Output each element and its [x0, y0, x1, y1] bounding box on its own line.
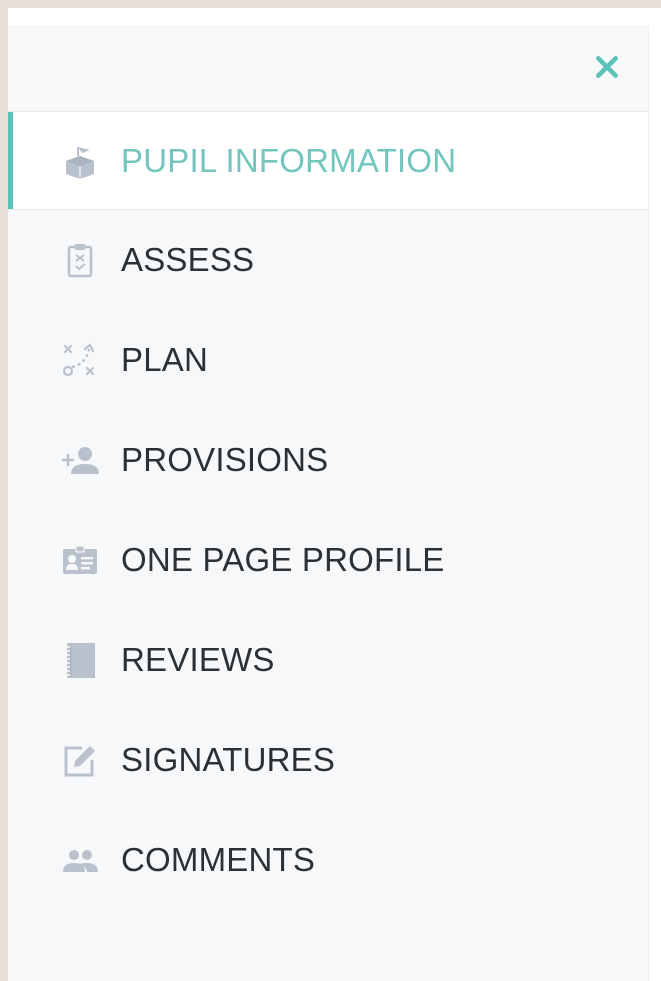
sidebar-item-assess[interactable]: ASSESS: [8, 210, 648, 310]
add-person-icon: [58, 438, 102, 482]
sidebar-item-reviews[interactable]: REVIEWS: [8, 610, 648, 710]
sidebar-item-one-page-profile[interactable]: ONE PAGE PROFILE: [8, 510, 648, 610]
sidebar-item-label: SIGNATURES: [121, 741, 336, 778]
sidebar-item-label: REVIEWS: [121, 641, 275, 678]
people-icon: [58, 838, 102, 882]
top-strip: [8, 8, 661, 25]
sidebar-nav: PUPIL INFORMATION ASSESS PLAN PROVISIONS…: [8, 112, 648, 910]
sidebar-item-label: ONE PAGE PROFILE: [121, 541, 445, 578]
sidebar-item-label: PROVISIONS: [121, 441, 329, 478]
box-icon: [58, 139, 102, 183]
sidebar-item-comments[interactable]: COMMENTS: [8, 810, 648, 910]
sidebar-item-label: ASSESS: [121, 241, 255, 278]
close-icon: [596, 56, 618, 78]
close-button[interactable]: [592, 52, 622, 82]
sidebar-item-provisions[interactable]: PROVISIONS: [8, 410, 648, 510]
app-frame: PUPIL INFORMATION ASSESS PLAN PROVISIONS…: [8, 8, 661, 981]
sidebar-item-label: PUPIL INFORMATION: [121, 141, 457, 179]
sidebar-item-signatures[interactable]: SIGNATURES: [8, 710, 648, 810]
clipboard-icon: [58, 238, 102, 282]
strategy-icon: [58, 338, 102, 382]
sidebar: PUPIL INFORMATION ASSESS PLAN PROVISIONS…: [8, 25, 649, 981]
sidebar-item-label: COMMENTS: [121, 841, 316, 878]
sidebar-header: [8, 25, 648, 112]
notebook-icon: [58, 638, 102, 682]
sidebar-item-pupil-information[interactable]: PUPIL INFORMATION: [8, 112, 648, 210]
sidebar-item-plan[interactable]: PLAN: [8, 310, 648, 410]
id-card-icon: [58, 538, 102, 582]
sidebar-item-label: PLAN: [121, 341, 209, 378]
edit-icon: [58, 738, 102, 782]
